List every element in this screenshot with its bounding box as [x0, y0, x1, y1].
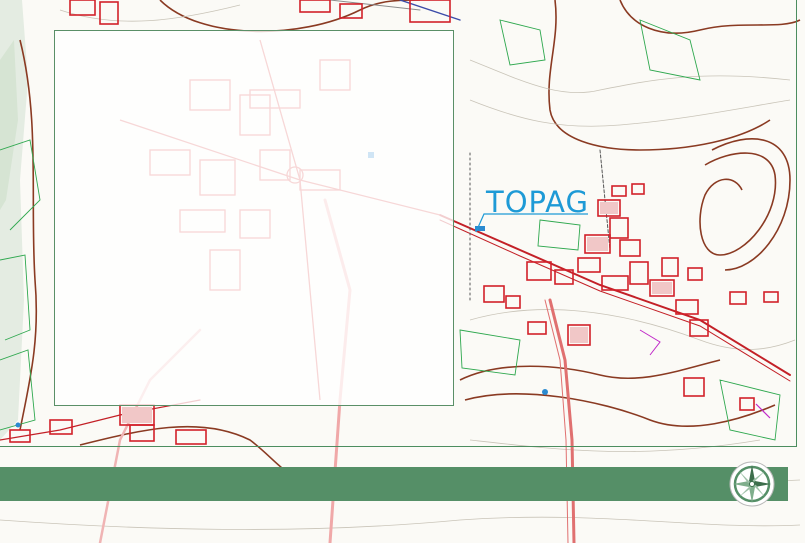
inset-overlay-panel	[54, 30, 454, 406]
footer-band	[0, 467, 788, 501]
brand-label: TOPAG	[486, 185, 589, 219]
map-frame-bottom	[0, 446, 796, 447]
map-frame-right	[796, 0, 797, 447]
wooded-area	[0, 0, 28, 440]
compass-rose-icon	[729, 461, 775, 507]
